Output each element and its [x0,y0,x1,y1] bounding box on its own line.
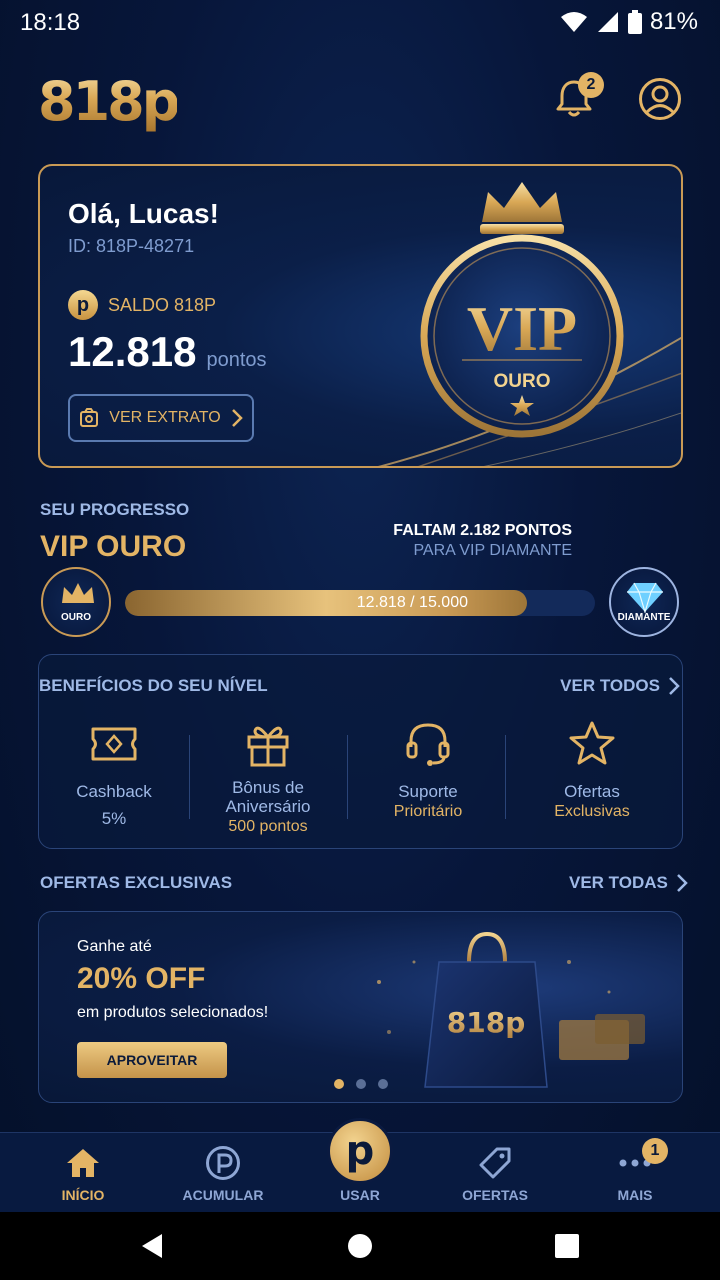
points-row: 12.818 pontos [68,328,267,376]
carousel-dot-active[interactable] [334,1079,344,1089]
status-icons: 81% [560,8,698,36]
benefit-cashback-title: Cashback [76,782,152,801]
crown-icon [482,182,562,222]
system-navigation-bar [0,1212,720,1280]
nav-label-usar: USAR [340,1187,380,1203]
battery-percent: 81% [649,8,698,35]
back-icon[interactable] [138,1232,166,1260]
greeting: Olá, Lucas! [68,198,219,229]
carousel-dot[interactable] [356,1079,366,1089]
benefit-birthday-title: Bônus de Aniversário [225,778,311,816]
benefit-offers-value: Exclusivas [554,803,630,820]
balance-label: SALDO 818P [108,294,217,315]
benefit-support-value: Prioritário [393,803,463,820]
vip-balance-card: Olá, Lucas! ID: 818P-48271 p SALDO 818P … [38,164,683,468]
headset-icon [406,723,450,766]
user-id: ID: 818P-48271 [68,236,195,256]
offer-prefix: Ganhe até [77,938,152,955]
offers-title: OFERTAS EXCLUSIVAS [40,873,233,892]
more-badge: 1 [642,1138,668,1164]
star-icon [569,721,615,765]
benefit-cashback-value: 5% [101,809,127,828]
vip-emblem: VIP OURO [420,182,624,438]
carousel-dot[interactable] [378,1079,388,1089]
balance-label-row: p SALDO 818P [68,290,216,320]
benefit-cashback[interactable]: Cashback 5% [39,719,189,828]
coin-icon: p [68,290,98,320]
benefits-see-all-link[interactable]: VER TODOS [560,676,680,696]
diamond-icon [627,582,663,613]
benefits-see-all-label: VER TODOS [560,676,660,695]
statement-button-label: VER EXTRATO [109,409,221,426]
benefits-card: BENEFÍCIOS DO SEU NÍVEL VER TODOS Cashba… [38,654,683,849]
offer-banner[interactable]: 818p Ganhe até 20% OFF em produtos selec… [38,911,683,1103]
statement-button[interactable]: VER EXTRATO [68,394,254,442]
nav-label-ofertas: OFERTAS [462,1187,528,1203]
benefit-exclusive-offers[interactable]: Ofertas Exclusivas [517,719,667,823]
current-tier-name: OURO [61,612,91,623]
shopping-bag-illustration: 818p [377,931,645,1088]
nav-label-mais: MAIS [617,1187,653,1203]
next-tier-name: DIAMANTE [617,612,671,623]
nav-item-acumular[interactable]: ACUMULAR [163,1133,283,1213]
profile-icon[interactable] [638,77,682,121]
status-time: 18:18 [20,9,81,36]
remaining-points-line2: PARA VIP DIAMANTE [413,542,572,559]
offers-see-all-link[interactable]: VER TODAS [569,873,688,893]
app-screen: 18:18 81% 818p 2 Olá, Lucas! ID: 818P-48… [0,0,720,1280]
chevron-right-icon [231,409,243,427]
benefit-offers-title: Ofertas [564,782,620,801]
recents-icon[interactable] [554,1233,580,1259]
benefit-birthday-value: 500 pontos [228,818,308,835]
benefit-divider [347,735,348,819]
remaining-points: FALTAM 2.182 PONTOS PARA VIP DIAMANTE [393,522,572,560]
offer-discount: 20% OFF [77,962,206,995]
offer-description: em produtos selecionados! [77,1004,269,1021]
benefit-divider [505,735,506,819]
benefit-birthday-bonus[interactable]: Bônus de Aniversário 500 pontos [193,719,343,838]
svg-text:818p: 818p [447,1006,526,1039]
home-button-icon[interactable] [347,1233,373,1259]
nav-item-mais[interactable]: MAIS [575,1133,695,1213]
points-value: 12.818 [68,328,197,375]
svg-text:VIP: VIP [467,293,577,364]
remaining-points-line1: FALTAM 2.182 PONTOS [393,522,572,539]
progress-label: SEU PROGRESSO [40,500,190,519]
battery-icon [627,10,642,34]
nav-item-inicio[interactable]: INÍCIO [23,1133,143,1213]
home-icon [67,1149,99,1177]
current-tier-badge: OURO [41,567,111,637]
crown-icon [62,583,94,603]
status-bar: 18:18 81% [0,0,720,44]
chevron-right-icon [669,677,680,695]
offer-cta-button[interactable]: APROVEITAR [77,1042,227,1078]
benefit-support-title: Suporte [398,782,458,801]
coin-icon [206,1146,240,1180]
gift-icon [247,726,289,767]
svg-text:OURO: OURO [494,371,551,392]
signal-icon [597,12,618,32]
app-logo: 818p [38,70,180,133]
receipt-icon [80,408,99,427]
offers-see-all-label: VER TODAS [569,873,668,892]
benefits-title: BENEFÍCIOS DO SEU NÍVEL [39,676,268,695]
nav-label-acumular: ACUMULAR [182,1187,264,1203]
p-logo-icon[interactable]: p [327,1118,393,1184]
nav-label-inicio: INÍCIO [61,1187,105,1203]
notification-badge: 2 [578,72,604,98]
nav-item-ofertas[interactable]: OFERTAS [435,1133,555,1213]
benefit-divider [189,735,190,819]
progress-bar-text: 12.818 / 15.000 [356,594,468,611]
tag-icon [479,1147,511,1179]
points-unit: pontos [206,349,267,371]
chevron-right-icon [676,874,688,892]
benefit-priority-support[interactable]: Suporte Prioritário [353,719,503,823]
next-tier-badge: DIAMANTE [609,567,679,637]
carousel-dots [334,1079,388,1089]
current-level: VIP OURO [40,530,187,563]
wifi-icon [560,12,587,32]
ticket-icon [91,727,137,761]
